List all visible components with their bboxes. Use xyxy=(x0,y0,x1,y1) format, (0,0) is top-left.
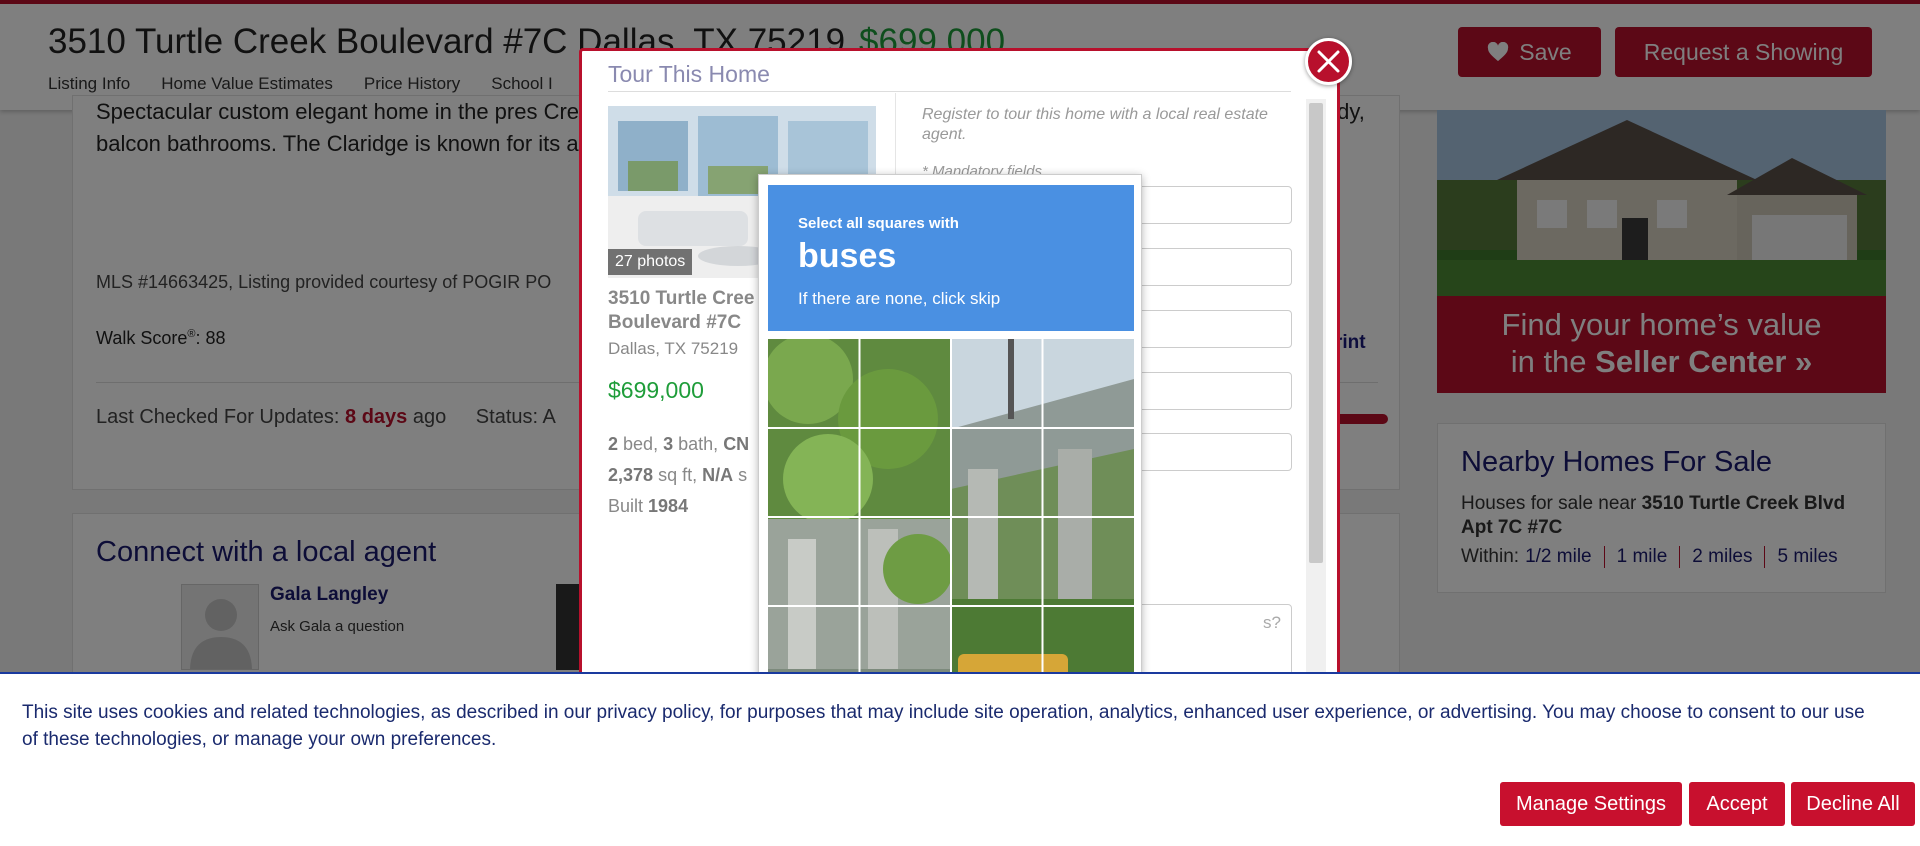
captcha-image-grid xyxy=(768,339,1134,695)
modal-city: Dallas, TX 75219 xyxy=(608,339,739,358)
decline-all-button[interactable]: Decline All xyxy=(1791,782,1915,826)
close-modal-button[interactable] xyxy=(1305,38,1352,85)
captcha-header: Select all squares with buses If there a… xyxy=(768,185,1134,331)
modal-title: Tour This Home xyxy=(608,61,770,87)
accept-button[interactable]: Accept xyxy=(1689,782,1785,826)
close-icon xyxy=(1317,50,1340,73)
beds-baths: 2 bed, 3 bath, CN xyxy=(608,434,750,454)
captcha-instruction: Select all squares with xyxy=(798,215,959,232)
captcha-image xyxy=(768,339,1134,695)
cookie-message: This site uses cookies and related techn… xyxy=(22,702,1865,750)
cookie-consent-banner: This site uses cookies and related techn… xyxy=(0,672,1920,846)
captcha-target: buses xyxy=(798,237,897,275)
recaptcha-challenge: Select all squares with buses If there a… xyxy=(758,174,1142,695)
modal-divider xyxy=(608,91,1291,92)
manage-settings-button[interactable]: Manage Settings xyxy=(1500,782,1682,826)
sqft-lot: 2,378 sq ft, N/A s xyxy=(608,465,748,485)
modal-price: $699,000 xyxy=(608,377,704,403)
captcha-hint: If there are none, click skip xyxy=(798,289,1001,308)
year-built: Built 1984 xyxy=(608,496,689,516)
photos-count-badge[interactable]: 27 photos xyxy=(608,249,693,275)
modal-facts: 2 bed, 3 bath, CN 2,378 sq ft, N/A s Bui… xyxy=(608,429,749,522)
register-text: Register to tour this home with a local … xyxy=(922,106,1268,143)
modal-scrollbar-thumb[interactable] xyxy=(1309,103,1323,563)
